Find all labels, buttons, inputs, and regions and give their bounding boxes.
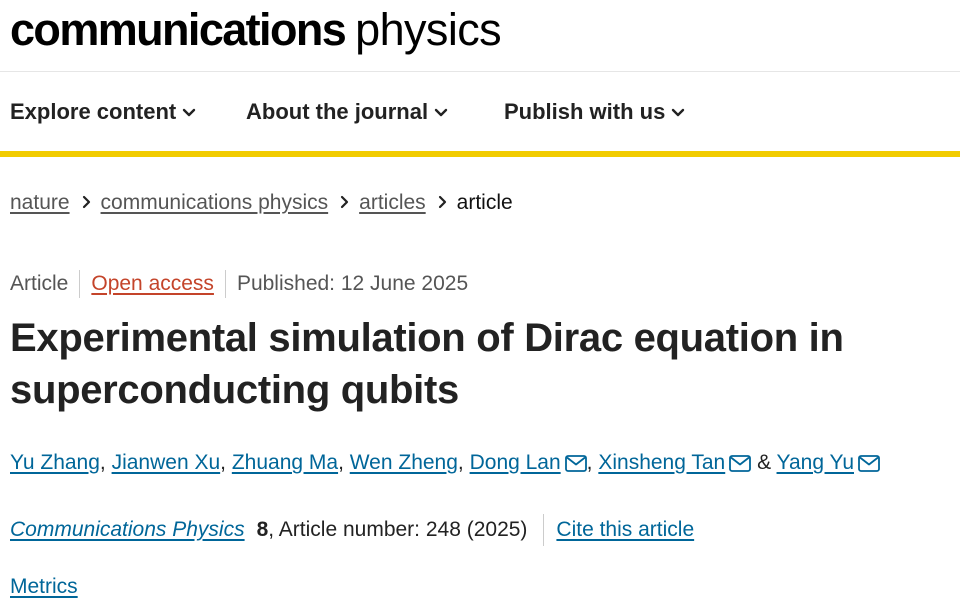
chevron-right-icon <box>438 188 447 218</box>
article-meta: Article Open access Published: 12 June 202… <box>10 269 468 299</box>
breadcrumb-articles[interactable]: articles <box>359 191 426 214</box>
published-date: Published: 12 June 2025 <box>236 272 469 295</box>
author-link[interactable]: Jianwen Xu <box>112 451 221 474</box>
main-nav: Explore content About the journal Publis… <box>0 93 960 131</box>
open-access-link[interactable]: Open access <box>91 272 214 295</box>
author-link[interactable]: Zhuang Ma <box>232 451 338 474</box>
nav-explore-content[interactable]: Explore content <box>10 93 196 131</box>
article-title: Experimental simulation of Dirac equatio… <box>10 316 844 412</box>
accent-bar <box>0 151 960 157</box>
email-icon[interactable] <box>858 449 880 483</box>
author-separator: & <box>751 451 777 474</box>
metrics-section: Metrics <box>10 571 78 603</box>
chevron-right-icon <box>340 188 349 218</box>
logo-wordmark-light: physics <box>355 4 502 55</box>
header-divider <box>0 71 960 72</box>
meta-divider <box>79 270 81 299</box>
author-separator: , <box>457 451 470 474</box>
author-link[interactable]: Dong Lan <box>470 451 561 474</box>
nav-item-label: Publish with us <box>504 99 666 124</box>
nav-about-journal[interactable]: About the journal <box>246 93 448 131</box>
breadcrumb-communications-physics[interactable]: communications physics <box>101 191 329 214</box>
volume-number: 8 <box>256 518 269 541</box>
author-separator: , <box>586 451 599 474</box>
author-separator: , <box>220 451 232 474</box>
email-icon[interactable] <box>729 449 752 483</box>
nav-publish-with-us[interactable]: Publish with us <box>504 93 685 131</box>
article-type: Article <box>10 272 69 295</box>
article-number: , Article number: 248 (2025) <box>268 518 528 541</box>
breadcrumb: nature communications physics articles arti… <box>10 188 513 218</box>
author-list: Yu Zhang, Jianwen Xu, Zhuang Ma, Wen Zhe… <box>10 446 880 480</box>
metrics-link[interactable]: Metrics <box>10 575 78 598</box>
citation-divider <box>543 514 545 547</box>
breadcrumb-current: article <box>456 191 513 214</box>
citation-line: Communications Physics 8, Article number:… <box>10 513 694 547</box>
logo-wordmark-bold: communications <box>10 4 347 55</box>
journal-logo[interactable]: communications physics <box>10 2 502 58</box>
author-separator: , <box>338 451 350 474</box>
chevron-down-icon <box>671 92 685 130</box>
chevron-down-icon <box>434 92 448 130</box>
journal-link[interactable]: Communications Physics <box>10 518 245 541</box>
nav-item-label: Explore content <box>10 99 177 124</box>
email-icon[interactable] <box>564 449 587 483</box>
chevron-down-icon <box>182 92 196 130</box>
author-separator: , <box>99 451 112 474</box>
chevron-right-icon <box>82 188 91 218</box>
nav-item-label: About the journal <box>246 99 429 124</box>
author-link[interactable]: Yu Zhang <box>10 451 100 474</box>
cite-this-article-link[interactable]: Cite this article <box>556 518 694 541</box>
breadcrumb-nature[interactable]: nature <box>10 191 70 214</box>
author-link[interactable]: Wen Zheng <box>350 451 458 474</box>
author-link[interactable]: Yang Yu <box>777 451 854 474</box>
meta-divider <box>224 270 226 299</box>
author-link[interactable]: Xinsheng Tan <box>598 451 725 474</box>
